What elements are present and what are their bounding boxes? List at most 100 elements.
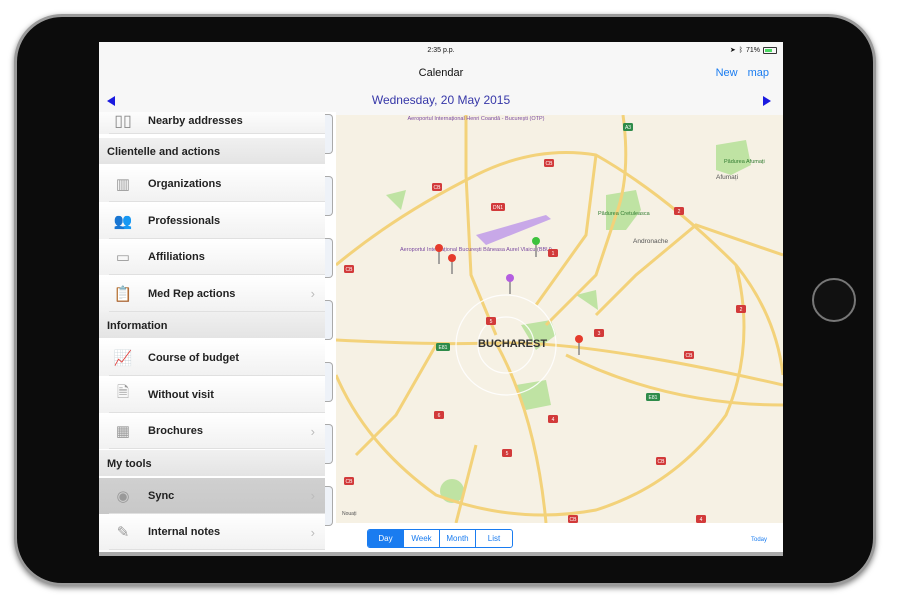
- antenna-icon: ◉: [116, 487, 130, 505]
- today-button[interactable]: Today: [751, 537, 767, 543]
- svg-text:CB: CB: [434, 185, 442, 191]
- map-pin-icon[interactable]: [448, 254, 456, 274]
- sidebar-item-affiliations[interactable]: ▭ Affiliations: [99, 239, 325, 275]
- map-label-padurea-cretuleasca: Pădurea Cretuleasca: [598, 211, 651, 217]
- svg-text:DN1: DN1: [493, 205, 503, 211]
- chevron-right-icon: ›: [310, 488, 315, 503]
- sidebar-item-label: Internal notes: [148, 526, 221, 538]
- svg-text:CB: CB: [546, 161, 554, 167]
- segment-month[interactable]: Month: [440, 530, 476, 547]
- section-header: Clientelle and actions: [99, 138, 325, 164]
- sidebar-item-label: Course of budget: [148, 352, 240, 364]
- clipboard-icon: 📋: [113, 285, 133, 303]
- sidebar-item-label: Professionals: [148, 214, 221, 227]
- document-search-icon: 🗎: [116, 384, 130, 401]
- sidebar-item-label: Med Rep actions: [148, 287, 236, 300]
- event-tab[interactable]: [325, 114, 333, 154]
- map-label-andronache: Andronache: [633, 238, 668, 245]
- home-button[interactable]: [812, 278, 856, 322]
- map-attribution: Nouați: [342, 511, 356, 517]
- sidebar-item-internal-notes[interactable]: ✎ Internal notes ›: [99, 514, 325, 550]
- battery-percent: 71%: [745, 46, 760, 54]
- road-shield: 5: [486, 317, 496, 325]
- next-day-arrow-icon[interactable]: [763, 96, 771, 106]
- svg-text:CB: CB: [658, 459, 666, 465]
- svg-text:5: 5: [490, 319, 493, 325]
- svg-text:3: 3: [598, 331, 601, 337]
- current-date: Wednesday, 20 May 2015: [371, 93, 511, 107]
- road-shield: CB: [344, 265, 354, 273]
- svg-text:E81: E81: [439, 345, 448, 351]
- event-tab[interactable]: [325, 238, 333, 278]
- road-shield: E81: [436, 343, 450, 351]
- svg-text:CB: CB: [346, 479, 354, 485]
- people-icon: 👥: [113, 212, 133, 230]
- map-book-icon: ▯▯: [114, 113, 132, 130]
- road-shield: 4: [548, 415, 558, 423]
- road-shield: 3: [594, 329, 604, 337]
- event-tab[interactable]: [325, 362, 333, 402]
- sidebar: ▯▯ Nearby addresses Clientelle and actions…: [99, 112, 325, 552]
- map-button[interactable]: map: [748, 67, 769, 79]
- svg-text:1: 1: [552, 251, 555, 257]
- road-shield: CB: [656, 457, 666, 465]
- segment-list[interactable]: List: [476, 530, 512, 547]
- bluetooth-icon: ᛒ: [738, 46, 743, 54]
- bottom-toolbar: Day Week Month List Today: [336, 523, 783, 552]
- calendar-event-tabs: [325, 112, 336, 552]
- bottom-edge: [99, 552, 783, 556]
- map-label-padurea-afumati: Pădurea Afumați: [724, 159, 765, 165]
- event-tab[interactable]: [325, 300, 333, 340]
- svg-text:2: 2: [678, 209, 681, 215]
- section-header: My tools: [99, 449, 325, 476]
- event-tab[interactable]: [325, 486, 333, 526]
- road-shield: 2: [674, 207, 684, 215]
- svg-text:CB: CB: [346, 267, 354, 273]
- map-label-city: BUCHAREST: [478, 338, 547, 350]
- sidebar-item-without-visit[interactable]: 🗎 Without visit: [99, 376, 325, 413]
- road-shield: 6: [434, 411, 444, 419]
- map-pin-icon[interactable]: [435, 244, 443, 264]
- sidebar-item-med-rep-actions[interactable]: 📋 Med Rep actions ›: [99, 275, 325, 312]
- chevron-right-icon: ›: [310, 286, 315, 301]
- road-shield: E81: [646, 393, 660, 401]
- sidebar-item-brochures[interactable]: ▦ Brochures ›: [99, 413, 325, 449]
- road-shield: CB: [544, 159, 554, 167]
- status-bar: 2:35 p.p. ➤ ᛒ 71%: [99, 42, 783, 60]
- sidebar-item-course-of-budget[interactable]: 📈 Course of budget: [99, 340, 325, 376]
- view-segmented-control[interactable]: Day Week Month List: [367, 529, 513, 548]
- road-shield: 1: [548, 249, 558, 257]
- map-pin-icon[interactable]: [575, 335, 583, 355]
- sidebar-item-label: Organizations: [148, 178, 222, 190]
- event-tab[interactable]: [325, 424, 333, 464]
- map-pin-icon[interactable]: [506, 274, 514, 294]
- battery-icon: [763, 46, 777, 54]
- nav-bar: Calendar New map: [99, 60, 783, 86]
- road-shield: 5: [502, 449, 512, 457]
- svg-text:E81: E81: [649, 395, 658, 401]
- map-label-otp: Aeroportul Internațional Henri Coandă - …: [408, 116, 545, 122]
- sidebar-item-nearby-addresses[interactable]: ▯▯ Nearby addresses: [99, 112, 325, 134]
- section-header: Information: [99, 312, 325, 338]
- map-view[interactable]: Aeroportul Internațional Henri Coandă - …: [336, 115, 783, 523]
- sidebar-item-sync[interactable]: ◉ Sync ›: [99, 477, 325, 514]
- date-bar: Wednesday, 20 May 2015: [99, 88, 783, 112]
- segment-day[interactable]: Day: [368, 530, 404, 547]
- event-tab[interactable]: [325, 176, 333, 216]
- sidebar-item-professionals[interactable]: 👥 Professionals: [99, 202, 325, 239]
- road-shield: CB: [568, 515, 578, 523]
- id-card-icon: ▭: [115, 249, 131, 266]
- location-icon: ➤: [729, 47, 736, 54]
- sidebar-item-organizations[interactable]: ▥ Organizations: [99, 166, 325, 202]
- pencil-note-icon: ✎: [116, 524, 130, 541]
- new-button[interactable]: New: [716, 67, 738, 79]
- sidebar-item-label: Nearby addresses: [148, 115, 243, 127]
- sidebar-item-label: Sync: [148, 489, 175, 502]
- segment-week[interactable]: Week: [404, 530, 440, 547]
- svg-text:6: 6: [438, 413, 441, 419]
- sidebar-item-label: Without visit: [148, 388, 214, 401]
- road-shield: CB: [344, 477, 354, 485]
- map-label-bbu: Aeroportul Internațional București Bănea…: [400, 247, 552, 253]
- screen: 2:35 p.p. ➤ ᛒ 71% Calendar New map Wedne…: [99, 42, 783, 556]
- svg-text:2: 2: [740, 307, 743, 313]
